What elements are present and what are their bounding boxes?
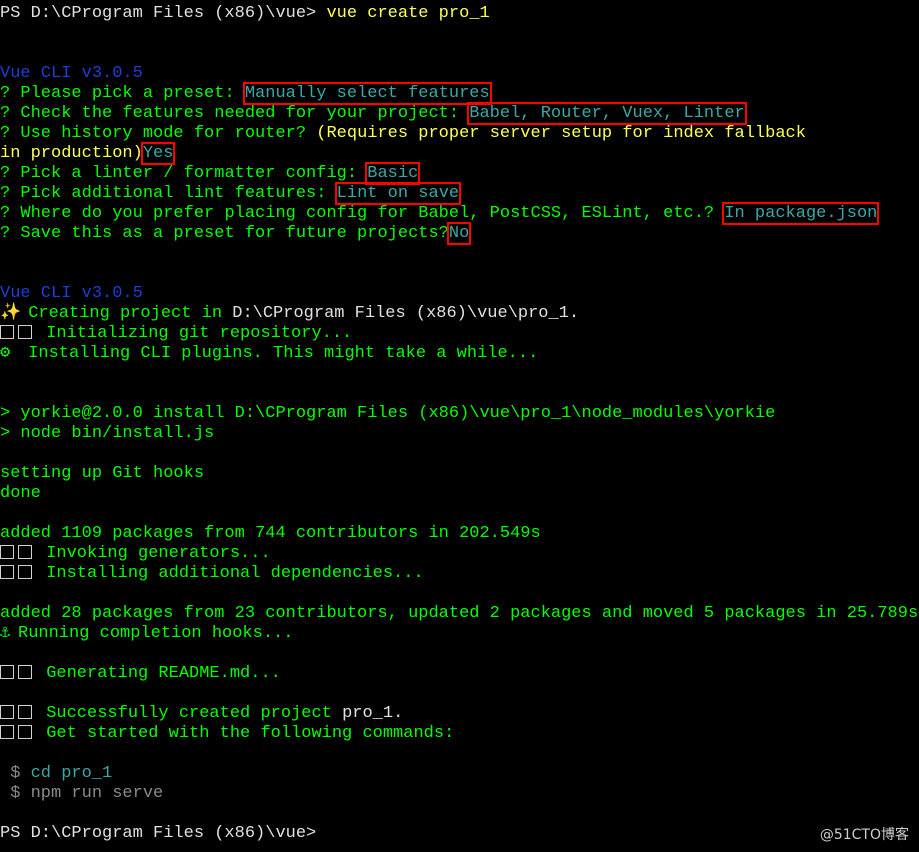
prompt-features: ? Check the features needed for your pro… xyxy=(0,102,747,125)
answer-linter: Basic xyxy=(365,162,421,185)
log-yorkie-install: > yorkie@2.0.0 install D:\CProgram Files… xyxy=(0,404,776,423)
placeholder-glyph-icon xyxy=(0,565,14,579)
log-done: done xyxy=(0,484,41,503)
placeholder-glyph-icon xyxy=(18,325,32,339)
prompt-line: PS D:\CProgram Files (x86)\vue> vue crea… xyxy=(0,4,490,24)
log-completion-hooks: ⚓ Running completion hooks... xyxy=(0,624,294,643)
log-packages-updated: added 28 packages from 23 contributors, … xyxy=(0,604,919,623)
log-packages-added: added 1109 packages from 744 contributor… xyxy=(0,524,541,543)
placeholder-glyph-icon xyxy=(18,665,32,679)
terminal-window[interactable]: PS D:\CProgram Files (x86)\vue> vue crea… xyxy=(0,0,919,852)
dollar-prompt: $ xyxy=(0,784,21,803)
placeholder-glyph-icon xyxy=(0,725,14,739)
project-path: D:\CProgram Files (x86)\vue\pro_1. xyxy=(232,304,580,323)
prompt-save-preset: ? Save this as a preset for future proje… xyxy=(0,222,472,245)
anchor-icon: ⚓ xyxy=(0,624,11,643)
placeholder-glyph-icon xyxy=(18,725,32,739)
hint-cd: $ cd pro_1 xyxy=(0,764,112,784)
answer-config-placement: In package.json xyxy=(722,202,880,225)
answer-lint-features: Lint on save xyxy=(334,182,462,205)
answer-save-preset: No xyxy=(446,222,472,245)
log-node-install: > node bin/install.js xyxy=(0,424,215,443)
placeholder-glyph-icon xyxy=(0,705,14,719)
question-label: Use history mode for router? xyxy=(20,124,307,143)
prompt-config-placement: ? Where do you prefer placing config for… xyxy=(0,202,880,225)
vue-cli-version: Vue CLI v3.0.5 xyxy=(0,64,143,83)
prompt-history-mode-cont: in production)Yes xyxy=(0,142,176,165)
question-label: Check the features needed for your proje… xyxy=(20,104,460,123)
answer-history-mode: Yes xyxy=(140,142,176,165)
answer-preset: Manually select features xyxy=(242,82,492,105)
ps-prompt-final[interactable]: PS D:\CProgram Files (x86)\vue> xyxy=(0,824,316,844)
prompt-history-mode: ? Use history mode for router? (Requires… xyxy=(0,124,806,143)
placeholder-glyph-icon xyxy=(18,565,32,579)
question-label: Pick additional lint features: xyxy=(20,184,327,203)
placeholder-glyph-icon xyxy=(0,545,14,559)
log-get-started: Get started with the following commands: xyxy=(0,724,454,744)
placeholder-glyph-icon xyxy=(0,665,14,679)
log-git-hooks: setting up Git hooks xyxy=(0,464,205,483)
ps-prompt: PS D:\CProgram Files (x86)\vue> xyxy=(0,4,317,23)
hint-command: cd pro_1 xyxy=(30,764,113,783)
command-text: vue create pro_1 xyxy=(326,4,490,23)
log-readme: Generating README.md... xyxy=(0,664,281,684)
prompt-lint-features: ? Pick additional lint features: Lint on… xyxy=(0,182,462,205)
log-additional-deps: Installing additional dependencies... xyxy=(0,564,424,584)
question-note: in production) xyxy=(0,144,143,163)
prompt-linter: ? Pick a linter / formatter config: Basi… xyxy=(0,162,421,185)
placeholder-glyph-icon xyxy=(18,705,32,719)
log-creating: ✨ Creating project in D:\CProgram Files … xyxy=(0,304,580,323)
question-label: Where do you prefer placing config for B… xyxy=(20,204,715,223)
gear-icon: ⚙ xyxy=(0,344,11,363)
placeholder-glyph-icon xyxy=(0,325,14,339)
question-label: Please pick a preset: xyxy=(20,84,235,103)
prompt-preset: ? Please pick a preset: Manually select … xyxy=(0,82,492,105)
hint-serve: $ npm run serve xyxy=(0,784,163,804)
project-name: pro_1. xyxy=(342,704,404,723)
placeholder-glyph-icon xyxy=(18,545,32,559)
log-success: Successfully created project pro_1. xyxy=(0,704,403,724)
dollar-prompt: $ xyxy=(0,764,21,783)
hint-command: npm run serve xyxy=(30,784,164,803)
question-note: (Requires proper server setup for index … xyxy=(316,124,806,143)
log-invoking: Invoking generators... xyxy=(0,544,271,564)
vue-cli-version: Vue CLI v3.0.5 xyxy=(0,284,143,303)
log-git-init: Initializing git repository... xyxy=(0,324,352,344)
watermark: @51CTO博客 xyxy=(819,827,909,843)
question-label: Pick a linter / formatter config: xyxy=(20,164,358,183)
question-label: Save this as a preset for future project… xyxy=(20,224,449,243)
sparkles-icon: ✨ xyxy=(0,304,22,323)
log-installing-plugins: ⚙ Installing CLI plugins. This might tak… xyxy=(0,344,539,363)
answer-features: Babel, Router, Vuex, Linter xyxy=(467,102,747,125)
